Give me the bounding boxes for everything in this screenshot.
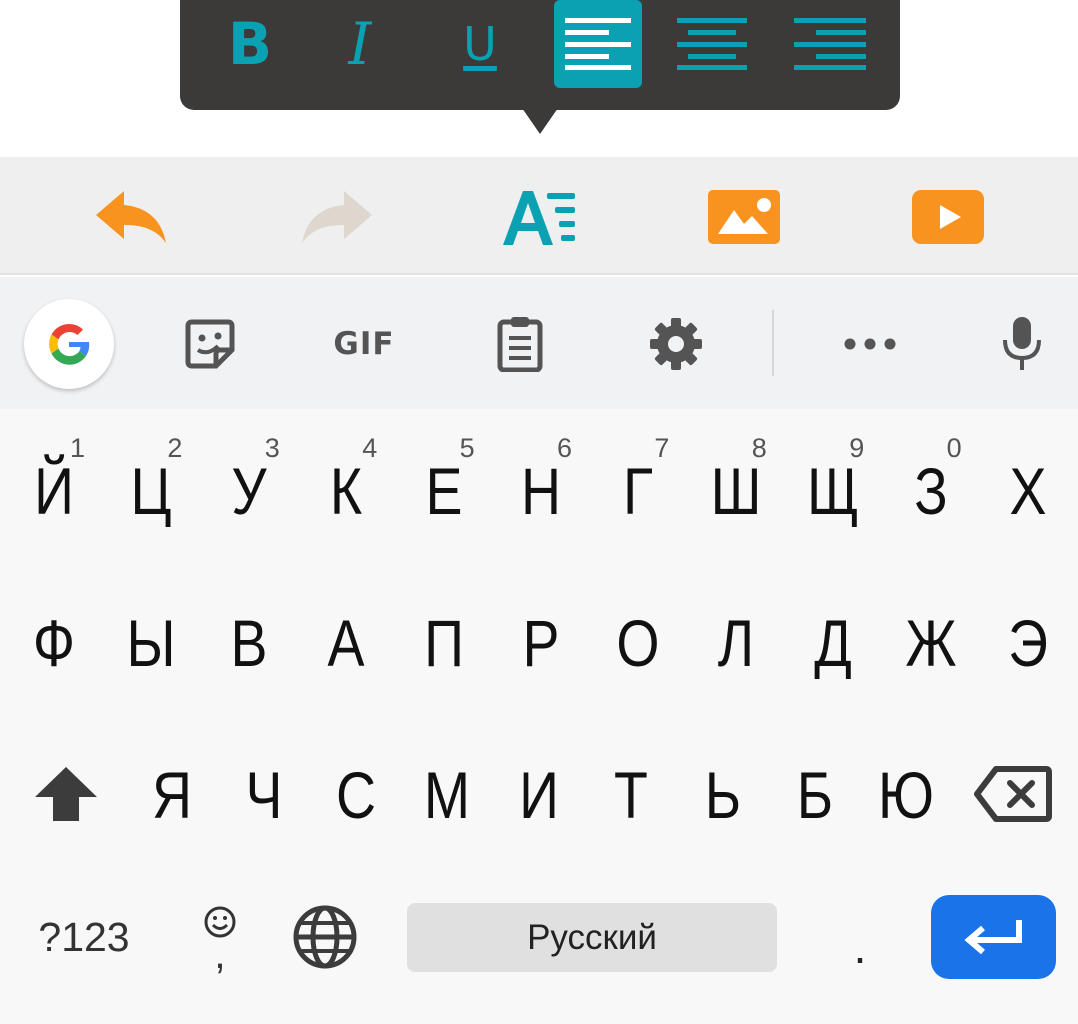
italic-label: I — [348, 10, 372, 78]
google-icon — [49, 323, 90, 365]
key-letter: Ф — [32, 606, 76, 680]
symbols-label: ?123 — [38, 913, 130, 960]
key[interactable]: Ф — [6, 409, 102, 680]
key-letter: Ю — [878, 758, 935, 832]
align-right-button[interactable] — [786, 0, 874, 88]
bold-label: B — [227, 10, 273, 78]
align-center-button[interactable] — [668, 0, 756, 88]
gif-label: GIF — [333, 326, 395, 362]
key-letter: Л — [717, 606, 754, 680]
key-letter: И — [519, 758, 560, 832]
microphone-icon — [1003, 317, 1041, 370]
keyboard: Й1Ц2У3К4Е5Н6Г7Ш8Щ9З0Х ФЫВАПРОЛДЖЭ ЯЧСМИТ… — [0, 409, 1078, 1024]
text-format-button[interactable] — [496, 177, 586, 257]
shift-icon — [35, 767, 97, 821]
strip-divider — [772, 310, 774, 376]
language-key[interactable] — [282, 895, 368, 979]
key[interactable]: М — [399, 409, 495, 832]
align-right-icon — [794, 18, 866, 70]
key-letter: Т — [614, 758, 648, 832]
key-letter: В — [230, 606, 268, 680]
undo-button[interactable] — [86, 177, 176, 257]
redo-button[interactable] — [292, 177, 382, 257]
insert-video-icon — [912, 190, 984, 244]
period-label: . — [853, 921, 867, 973]
insert-image-button[interactable] — [699, 177, 789, 257]
key-letter: Ж — [904, 606, 957, 680]
key-letter: Э — [1008, 606, 1048, 680]
redo-icon — [302, 191, 372, 243]
key[interactable]: Ю — [858, 409, 954, 832]
underline-label: U — [463, 17, 497, 71]
align-center-icon — [677, 18, 747, 70]
key[interactable]: Т — [583, 409, 679, 832]
key[interactable]: Ч — [216, 409, 312, 832]
more-icon — [844, 338, 896, 350]
key[interactable]: Э — [980, 409, 1076, 680]
key-letter: С — [335, 758, 376, 832]
screen: B I U GIF Й 1 Ц 2 У 3 К 4 Е 5 Н 6 Г 7 Ш … — [0, 0, 1078, 1024]
clipboard-icon — [497, 317, 543, 372]
text-format-icon — [503, 191, 575, 245]
voice-input-button[interactable] — [982, 301, 1062, 387]
key[interactable]: Б — [767, 409, 863, 832]
key-letter: М — [424, 758, 471, 832]
key-letter: Д — [814, 606, 852, 680]
key-letter: Ь — [704, 758, 741, 832]
google-search-button[interactable] — [24, 299, 114, 389]
sticker-icon — [185, 319, 235, 369]
keyboard-suggestion-strip: GIF — [0, 277, 1078, 409]
symbols-key[interactable]: ?123 — [22, 895, 146, 979]
text-format-popup: B I U — [180, 0, 900, 110]
italic-button[interactable]: I — [316, 0, 404, 88]
backspace-key[interactable] — [965, 749, 1061, 839]
more-button[interactable] — [830, 301, 910, 387]
underline-button[interactable]: U — [436, 0, 524, 88]
enter-icon — [963, 920, 1022, 955]
align-left-icon — [565, 18, 631, 70]
bold-button[interactable]: B — [206, 0, 294, 88]
key-letter: Ы — [126, 606, 176, 680]
settings-button[interactable] — [636, 301, 716, 387]
globe-icon — [293, 905, 357, 969]
space-label: Русский — [527, 917, 657, 957]
space-key[interactable]: Русский — [407, 903, 777, 972]
editor-toolbar — [0, 157, 1078, 275]
key-letter: Ч — [245, 758, 283, 832]
key[interactable]: Я — [124, 409, 220, 832]
gear-icon — [650, 318, 702, 370]
key-letter: П — [423, 606, 464, 680]
clipboard-button[interactable] — [480, 301, 560, 387]
key[interactable]: С — [308, 409, 404, 832]
emoji-comma-key[interactable]: , — [180, 895, 260, 979]
undo-icon — [96, 191, 166, 243]
key-letter: О — [616, 606, 660, 680]
gif-button[interactable]: GIF — [316, 301, 412, 387]
popup-pointer — [522, 108, 558, 134]
key[interactable]: И — [491, 409, 587, 832]
insert-image-icon — [708, 190, 780, 244]
period-key[interactable]: . — [820, 895, 900, 979]
shift-key[interactable] — [20, 749, 112, 839]
key-letter: Б — [796, 758, 833, 832]
sticker-button[interactable] — [170, 301, 250, 387]
key-letter: Я — [151, 758, 193, 832]
key-letter: Р — [522, 606, 560, 680]
enter-key[interactable] — [931, 895, 1056, 979]
insert-video-button[interactable] — [903, 177, 993, 257]
backspace-icon — [974, 766, 1052, 822]
comma-label: , — [214, 931, 226, 977]
align-left-button[interactable] — [554, 0, 642, 88]
key[interactable]: Ь — [675, 409, 771, 832]
key-letter: А — [327, 606, 365, 680]
